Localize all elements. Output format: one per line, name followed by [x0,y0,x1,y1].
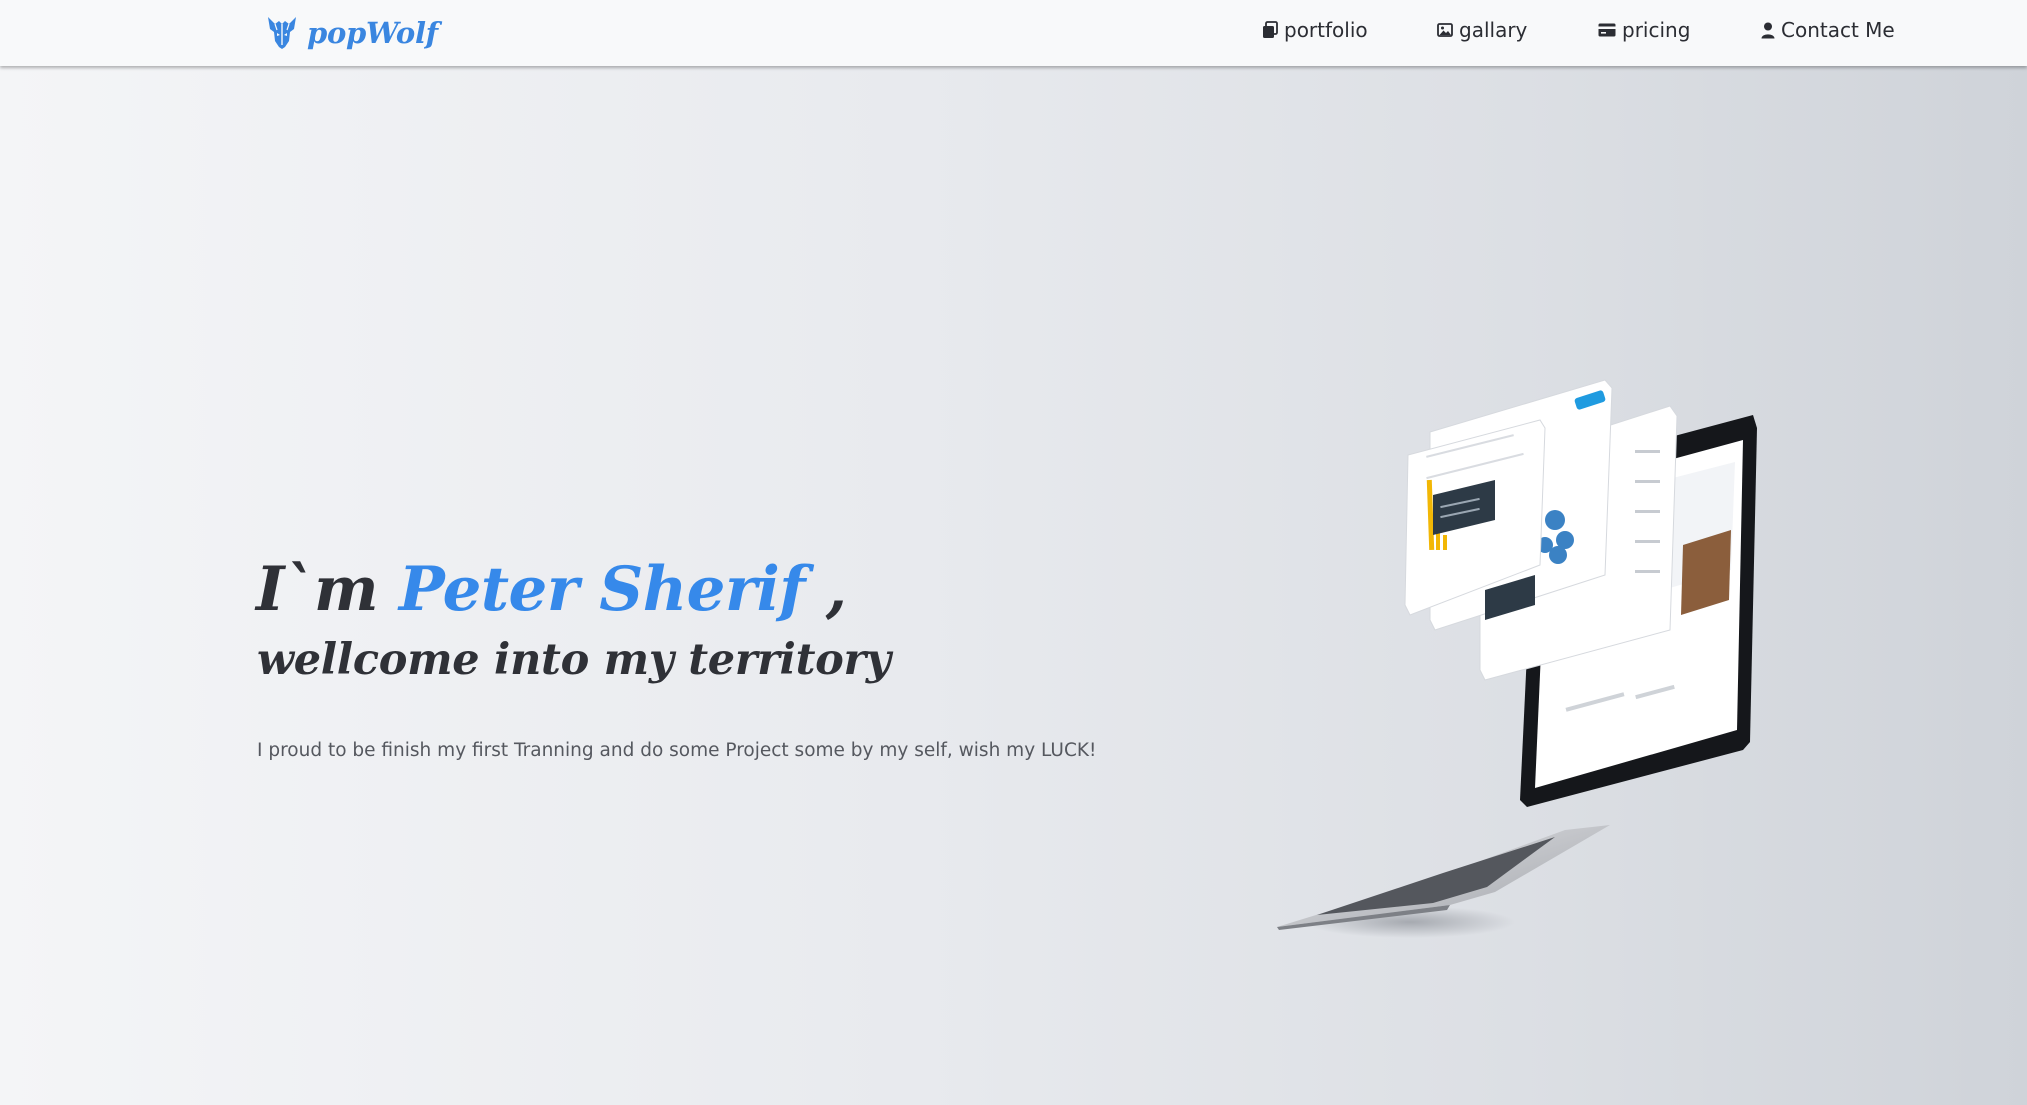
brand-link[interactable]: popWolf [265,10,438,56]
hero-comma: , [825,554,847,625]
hero-greeting: I`m [256,554,379,625]
navbar: popWolf portfolio gallary pricing Contac… [0,0,2027,66]
laptop-dashboard-illustration [1277,379,1757,938]
user-icon [1761,22,1775,38]
nav-gallary-label: gallary [1459,18,1528,42]
brand-name: popWolf [307,16,438,50]
hero-subtitle: wellcome into my territory [257,635,891,685]
hero-description: I proud to be finish my first Tranning a… [257,740,1097,761]
nav-pricing[interactable]: pricing [1598,0,1690,60]
nav-portfolio-label: portfolio [1284,18,1368,42]
hero-title: I`m Peter Sherif , [256,548,847,632]
portfolio-icon [1263,21,1278,38]
hero-name: Peter Sherif [398,554,806,625]
image-icon [1437,23,1453,37]
credit-card-icon [1598,23,1616,37]
nav-portfolio[interactable]: portfolio [1262,0,1368,60]
nav-pricing-label: pricing [1622,18,1691,42]
nav-gallary[interactable]: gallary [1437,0,1527,60]
nav-contact-me-label: Contact Me [1781,18,1895,42]
wolf-logo-icon [268,17,296,49]
nav-contact-me[interactable]: Contact Me [1761,0,1895,60]
